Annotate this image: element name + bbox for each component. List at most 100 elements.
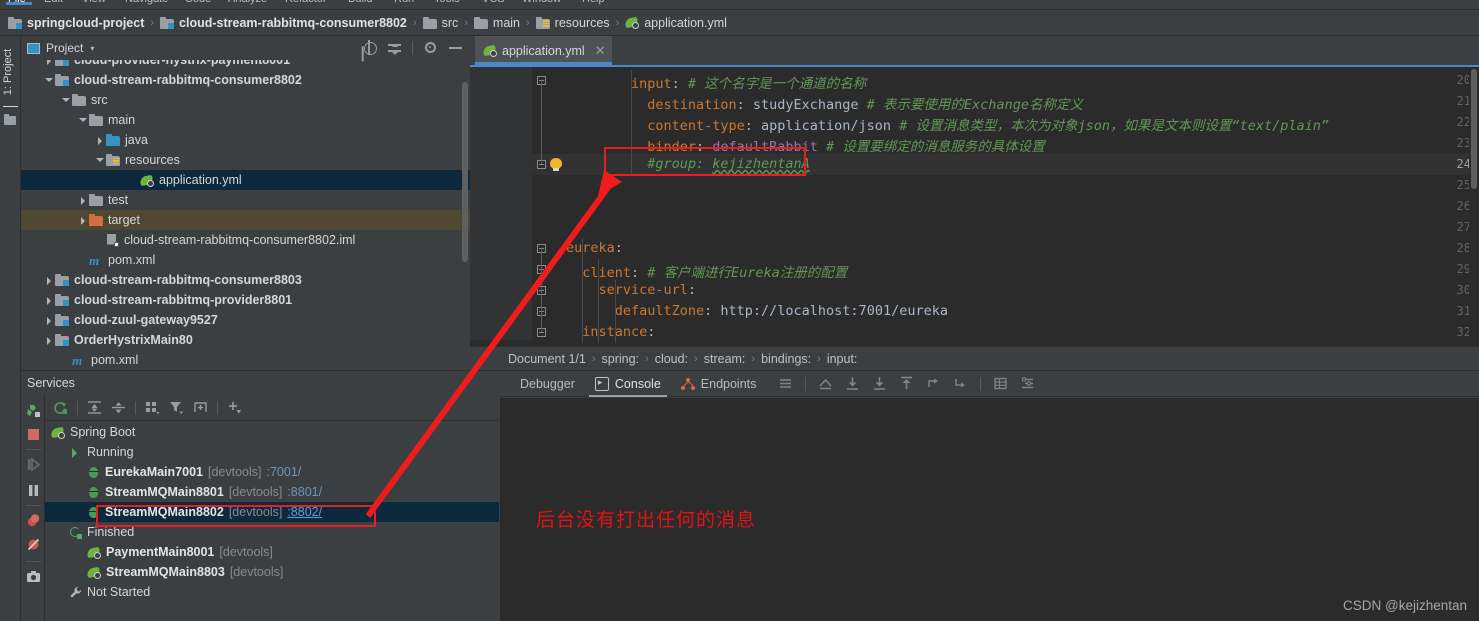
chevron-right-icon[interactable] (95, 135, 106, 146)
step-icon[interactable] (926, 376, 941, 391)
chevron-right-icon[interactable] (44, 315, 55, 326)
chevron-right-icon[interactable] (44, 295, 55, 306)
services-tree-row[interactable]: Spring Boot (45, 422, 499, 442)
menu-item-help[interactable]: Help (582, 0, 605, 5)
services-tree-row[interactable]: StreamMQMain8802 [devtools]:8802/ (45, 502, 499, 522)
collapse-all-icon[interactable] (387, 40, 402, 55)
menu-item-vcs[interactable]: VCS (482, 0, 505, 5)
editor-tab-application-yml[interactable]: application.yml ✕ (475, 36, 612, 65)
breadcrumb-item-src[interactable]: src (422, 10, 458, 35)
camera-icon[interactable] (26, 569, 41, 584)
project-tree-row[interactable]: cloud-stream-rabbitmq-consumer8803 (21, 270, 470, 290)
project-tree-row[interactable]: cloud-stream-rabbitmq-consumer8802.iml (21, 230, 470, 250)
console-output[interactable]: 后台没有打出任何的消息 CSDN @kejizhentan (500, 398, 1479, 621)
scroll-down-icon[interactable] (872, 376, 887, 391)
services-tree-row[interactable]: Running (45, 442, 499, 462)
sidebar-item-project[interactable]: 1: Project (2, 45, 18, 99)
scroll-up-icon[interactable] (899, 376, 914, 391)
services-row-link[interactable]: :8802/ (287, 505, 322, 519)
breakpoints-icon[interactable] (26, 513, 41, 528)
soft-wrap-icon[interactable] (818, 376, 833, 391)
tab-console[interactable]: Console (585, 371, 671, 397)
services-tree-row[interactable]: PaymentMain8001 [devtools] (45, 542, 499, 562)
close-icon[interactable]: ✕ (595, 43, 606, 59)
services-tree-row[interactable]: EurekaMain7001 [devtools]:7001/ (45, 462, 499, 482)
editor-breadcrumb-item[interactable]: Document 1/1 (508, 352, 586, 366)
project-tree-row[interactable]: test (21, 190, 470, 210)
services-tree-row[interactable]: StreamMQMain8801 [devtools]:8801/ (45, 482, 499, 502)
group-icon[interactable] (145, 400, 160, 415)
editor-breadcrumb-item[interactable]: input: (827, 352, 858, 366)
pause-icon[interactable] (26, 483, 41, 498)
project-tree-row[interactable]: java (21, 130, 470, 150)
chevron-right-icon[interactable] (44, 335, 55, 346)
tab-debugger[interactable]: Debugger (510, 371, 585, 397)
menu-item-build[interactable]: Build (348, 0, 372, 5)
editor-scrollbar-thumb[interactable] (1471, 69, 1477, 189)
resume-icon[interactable] (26, 457, 41, 472)
project-tree-row[interactable]: OrderHystrixMain80 (21, 330, 470, 350)
project-tree-row[interactable]: cloud-provider-hystrix-payment8001 (21, 60, 470, 70)
chevron-down-icon[interactable]: ▾ (90, 44, 94, 53)
table-icon[interactable] (993, 376, 1008, 391)
services-row-link[interactable]: :7001/ (267, 465, 302, 479)
editor-breadcrumb-item[interactable]: stream: (704, 352, 746, 366)
breadcrumb-item-main[interactable]: main (473, 10, 520, 35)
intention-bulb-icon[interactable] (550, 158, 562, 171)
project-tree-row[interactable]: target (21, 210, 470, 230)
editor-gutter[interactable] (470, 67, 532, 340)
services-tree-row[interactable]: Not Started (45, 582, 499, 602)
menu-item-window[interactable]: Window (522, 0, 561, 5)
chevron-down-icon[interactable] (61, 95, 72, 106)
menu-item-refactor[interactable]: Refactor (285, 0, 327, 5)
filter-icon[interactable] (169, 400, 184, 415)
chevron-right-icon[interactable] (78, 195, 89, 206)
project-tree-row[interactable]: cloud-stream-rabbitmq-provider8801 (21, 290, 470, 310)
project-tree-row[interactable]: m pom.xml (21, 250, 470, 270)
breadcrumb-item-module[interactable]: cloud-stream-rabbitmq-consumer8802 (160, 10, 407, 35)
collapse-all-icon[interactable] (111, 400, 126, 415)
menu-bar[interactable]: File Edit View Navigate Code Analyze Ref… (0, 0, 1479, 9)
tab-endpoints[interactable]: Endpoints (671, 371, 767, 397)
mute-breakpoints-icon[interactable] (26, 537, 41, 552)
chevron-right-icon[interactable] (44, 60, 55, 66)
menu-item-tools[interactable]: Tools (434, 0, 460, 5)
chevron-right-icon[interactable] (78, 215, 89, 226)
hide-icon[interactable] (448, 40, 463, 55)
editor-breadcrumb-item[interactable]: cloud: (655, 352, 688, 366)
breadcrumb-item-project[interactable]: springcloud-project (8, 10, 144, 35)
services-tree-row[interactable]: Finished (45, 522, 499, 542)
gear-icon[interactable] (423, 40, 438, 55)
code-viewport[interactable]: 20 input: # 这个名字是一个通道的名称 21 destination: st… (470, 67, 1479, 343)
project-tree-row[interactable]: cloud-stream-rabbitmq-consumer8802 (21, 70, 470, 90)
locate-icon[interactable] (362, 40, 377, 55)
services-tool-window-header[interactable]: Services (21, 371, 499, 395)
project-tree-row[interactable]: resources (21, 150, 470, 170)
project-tree-row[interactable]: m pom.xml (21, 350, 470, 370)
expand-all-icon[interactable] (87, 400, 102, 415)
add-icon[interactable] (227, 400, 242, 415)
menu-item-edit[interactable]: Edit (44, 0, 63, 5)
menu-item-navigate[interactable]: Navigate (125, 0, 168, 5)
breadcrumb-item-file[interactable]: application.yml (624, 10, 727, 35)
project-tree-row[interactable]: main (21, 110, 470, 130)
menu-item-analyze[interactable]: Analyze (228, 0, 267, 5)
settings-icon[interactable] (1020, 376, 1035, 391)
structure-folder-icon[interactable] (4, 114, 16, 125)
stop-icon[interactable] (26, 427, 41, 442)
chevron-right-icon[interactable] (44, 275, 55, 286)
run-icon[interactable] (26, 403, 41, 418)
editor-breadcrumb-item[interactable]: bindings: (761, 352, 811, 366)
scroll-to-end-icon[interactable] (845, 376, 860, 391)
add-tab-icon[interactable] (193, 400, 208, 415)
project-tree-row[interactable]: src (21, 90, 470, 110)
menu-icon[interactable] (778, 376, 793, 391)
project-scrollbar[interactable] (462, 82, 468, 262)
step-out-icon[interactable] (953, 376, 968, 391)
menu-item-run[interactable]: Run (394, 0, 414, 5)
services-tree-row[interactable]: StreamMQMain8803 [devtools] (45, 562, 499, 582)
services-tree[interactable]: Spring Boot Running EurekaMain7001 [devtool… (45, 422, 499, 621)
menu-item-code[interactable]: Code (185, 0, 211, 5)
services-row-link[interactable]: :8801/ (287, 485, 322, 499)
project-tree-row[interactable]: application.yml (21, 170, 470, 190)
